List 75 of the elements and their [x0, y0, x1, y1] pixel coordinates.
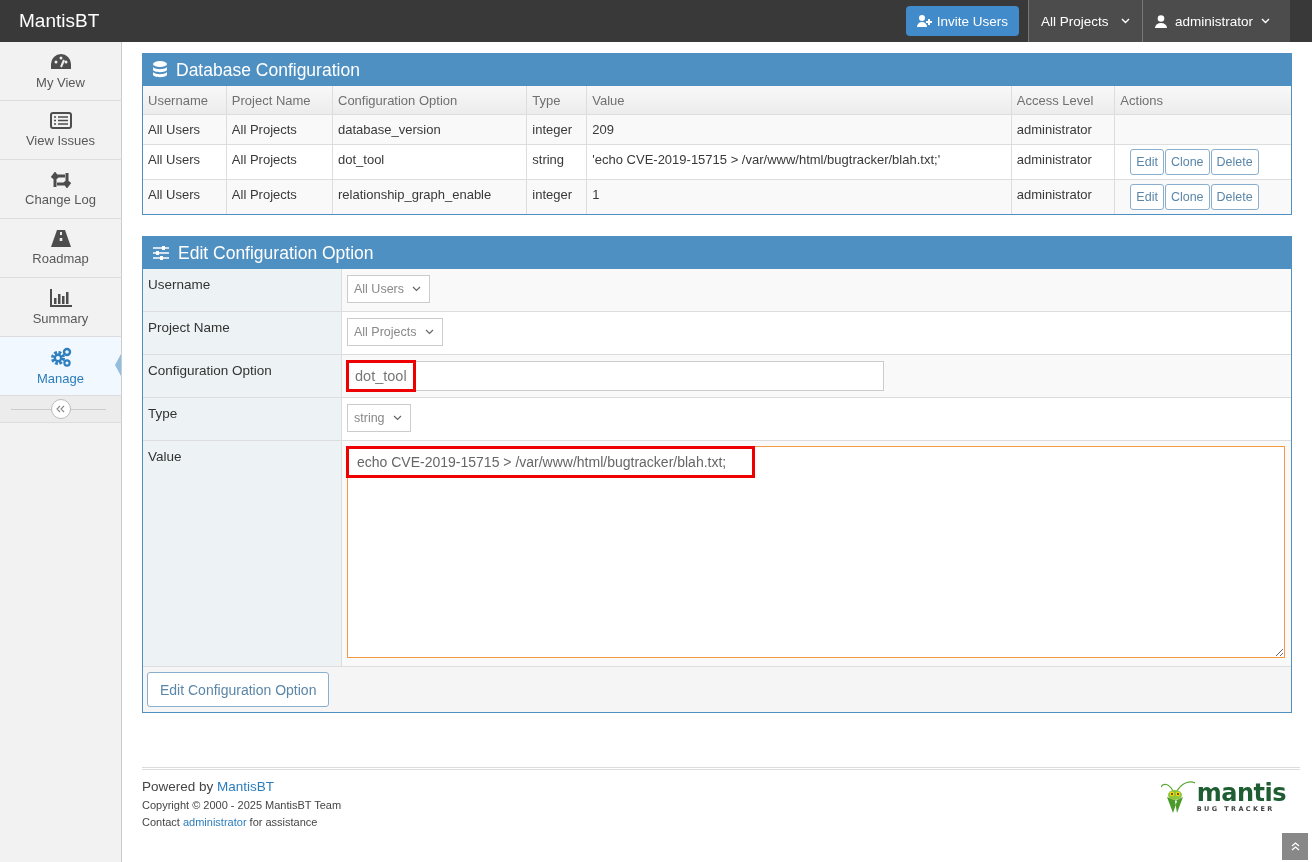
list-icon	[49, 112, 72, 129]
contact-text: Contact administrator for assistance	[142, 816, 319, 828]
field-label: Username	[143, 269, 342, 312]
gears-icon	[49, 346, 72, 367]
double-chevron-left-icon	[56, 405, 65, 413]
action-button[interactable]: Clone	[1164, 149, 1210, 175]
user-menu[interactable]: administrator	[1141, 0, 1290, 42]
table-cell: integer	[526, 114, 587, 145]
column-header: Actions	[1114, 86, 1291, 115]
add-user-icon	[916, 15, 933, 27]
copyright-text: Copyright © 2000 - 2025 MantisBT Team	[142, 799, 343, 811]
action-button[interactable]: Clone	[1164, 184, 1210, 210]
table-cell: All Users	[143, 114, 227, 145]
chevron-down-icon	[1261, 18, 1270, 24]
powered-by-text: Powered by MantisBT	[142, 779, 276, 794]
administrator-link[interactable]: administrator	[182, 816, 247, 828]
double-chevron-up-icon	[1290, 842, 1300, 851]
table-cell: administrator	[1011, 114, 1115, 145]
table-cell: 1	[586, 179, 1012, 214]
column-header: Configuration Option	[332, 86, 527, 115]
table-cell: 'echo CVE-2019-15715 > /var/www/html/bugtracker/blah.txt;'	[586, 144, 1012, 180]
column-header: Username	[143, 86, 227, 115]
panel-title: Database Configuration	[176, 59, 360, 81]
table-cell: administrator	[1011, 179, 1115, 214]
field-label: Configuration Option	[143, 354, 342, 398]
chevron-down-icon	[1120, 18, 1130, 24]
scroll-to-top-button[interactable]	[1282, 833, 1308, 860]
field-label: Type	[143, 397, 342, 441]
table-cell: All Projects	[226, 179, 333, 214]
action-button[interactable]: Delete	[1210, 149, 1259, 175]
logo-wordmark: mantis	[1196, 781, 1286, 805]
table-cell: dot_tool	[332, 144, 527, 180]
action-button[interactable]: Edit	[1130, 149, 1164, 175]
edit-configuration-option-button[interactable]: Edit Configuration Option	[147, 672, 330, 707]
invite-users-button[interactable]: Invite Users	[905, 6, 1019, 36]
brand-title[interactable]: MantisBT	[0, 10, 906, 32]
dropdown[interactable]: All Users	[347, 275, 430, 303]
field-label: Value	[143, 440, 342, 666]
input-field[interactable]: dot_tool	[347, 361, 884, 391]
column-header: Project Name	[226, 86, 333, 115]
action-button[interactable]: Delete	[1210, 184, 1259, 210]
action-button[interactable]: Edit	[1130, 184, 1164, 210]
mantis-insect-icon	[1160, 781, 1195, 815]
table-cell: 209	[586, 114, 1012, 145]
table-cell: All Users	[143, 179, 227, 214]
table-cell: All Projects	[226, 114, 333, 145]
chevron-down-icon	[412, 286, 421, 292]
value-textarea[interactable]: echo CVE-2019-15715 > /var/www/html/bugtracker/blah.txt;	[347, 446, 1285, 658]
sidebar-item[interactable]: Manage	[0, 337, 122, 396]
mantisbt-link[interactable]: MantisBT	[217, 779, 275, 794]
chevron-down-icon	[392, 415, 402, 421]
column-header: Value	[586, 86, 1012, 115]
database-icon	[153, 61, 167, 79]
table-cell: administrator	[1011, 144, 1115, 180]
table-cell: All Users	[143, 144, 227, 180]
user-icon	[1154, 14, 1167, 28]
table-cell: database_version	[332, 114, 527, 145]
sliders-icon	[153, 246, 169, 260]
column-header: Access Level	[1011, 86, 1115, 115]
chevron-down-icon	[424, 329, 434, 335]
dropdown[interactable]: All Projects	[347, 318, 443, 346]
table-cell: All Projects	[226, 144, 333, 180]
table-cell: string	[526, 144, 587, 180]
dropdown[interactable]: string	[347, 404, 411, 432]
table-cell: integer	[526, 179, 587, 214]
table-cell: relationship_graph_enable	[332, 179, 527, 214]
retweet-icon	[49, 171, 72, 188]
bar-chart-icon	[49, 288, 72, 307]
road-icon	[50, 230, 71, 247]
column-header: Type	[526, 86, 587, 115]
project-menu[interactable]: All Projects	[1027, 0, 1142, 42]
panel-title: Edit Configuration Option	[178, 242, 374, 264]
dashboard-icon	[49, 52, 72, 71]
field-label: Project Name	[143, 311, 342, 355]
collapse-sidebar-button[interactable]	[50, 399, 71, 419]
